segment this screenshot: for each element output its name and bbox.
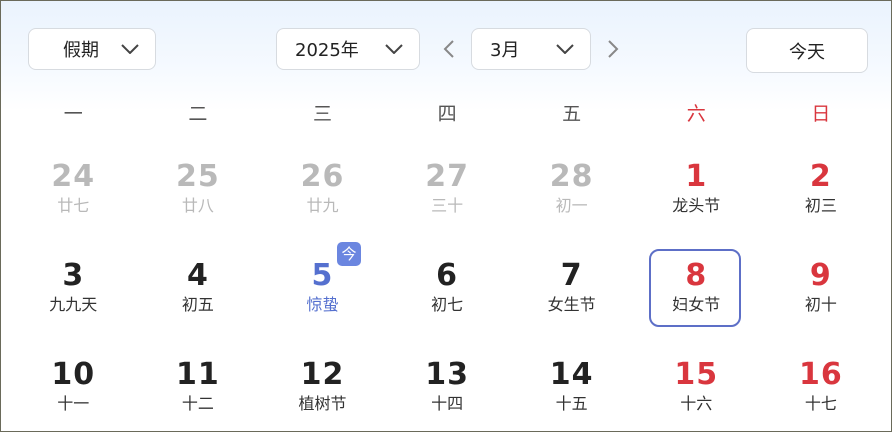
weekday-header: 一 二 三 四 五 六 日 (11, 99, 883, 129)
chevron-down-icon (121, 44, 139, 54)
month-select[interactable]: 3月 (471, 28, 591, 70)
day-cell[interactable]: 14 十五 (509, 349, 634, 431)
day-number: 6 (436, 258, 459, 293)
day-cell[interactable]: 4 初五 (136, 250, 261, 349)
lunar-label: 惊蛰 (306, 295, 339, 314)
weekday-mon: 一 (63, 103, 83, 125)
weekday-tue: 二 (188, 103, 208, 125)
day-cell[interactable]: 27 三十 (385, 151, 510, 250)
lunar-label: 初七 (431, 295, 464, 314)
lunar-label: 十六 (680, 394, 713, 413)
lunar-label: 植树节 (298, 394, 347, 413)
day-grid: 24 廿七 25 廿八 26 廿九 27 三十 28 初一 1 龙头节 2 初三 3 九九天 4 初五 5 惊蛰 6 初七… (11, 151, 884, 431)
day-cell[interactable]: 16 十七 (759, 349, 884, 431)
weekday-sat: 六 (686, 103, 706, 125)
day-cell[interactable]: 12 植树节 (260, 349, 385, 431)
lunar-label: 廿七 (57, 196, 90, 215)
today-badge: 今 (337, 242, 361, 266)
calendar-widget: 假期 2025年 3月 今天 一 二 三 四 五 六 日 24 廿七 25 廿八 26 廿… (0, 0, 892, 432)
lunar-label: 妇女节 (672, 295, 721, 314)
day-number: 9 (809, 258, 832, 293)
weekday-sun: 日 (811, 103, 831, 125)
day-cell[interactable]: 9 初十 (759, 250, 884, 349)
day-number: 28 (549, 159, 594, 194)
chevron-down-icon (556, 44, 574, 54)
day-number: 27 (425, 159, 469, 194)
day-number: 2 (809, 159, 832, 194)
year-select-value: 2025年 (295, 40, 359, 61)
weekday-thu: 四 (437, 103, 457, 125)
lunar-label: 初五 (181, 295, 214, 314)
lunar-label: 初十 (804, 295, 837, 314)
day-number: 13 (425, 357, 469, 392)
lunar-label: 初三 (804, 196, 837, 215)
chevron-down-icon (385, 44, 403, 54)
weekday-fri: 五 (562, 103, 582, 125)
day-cell[interactable]: 28 初一 (509, 151, 634, 250)
day-cell[interactable]: 24 廿七 (11, 151, 136, 250)
day-cell[interactable]: 1 龙头节 (634, 151, 759, 250)
day-cell[interactable]: 15 十六 (634, 349, 759, 431)
day-cell[interactable]: 8 妇女节 (634, 249, 759, 349)
lunar-label: 廿九 (306, 196, 339, 215)
day-number: 14 (549, 357, 594, 392)
chevron-left-icon[interactable] (442, 39, 456, 59)
day-number: 16 (798, 357, 843, 392)
day-cell[interactable]: 2 初三 (759, 151, 884, 250)
year-select[interactable]: 2025年 (276, 28, 420, 70)
day-number: 3 (62, 258, 85, 293)
lunar-label: 十四 (431, 394, 464, 413)
chevron-right-icon[interactable] (606, 39, 620, 59)
day-number: 24 (51, 159, 96, 194)
today-button[interactable]: 今天 (746, 28, 868, 73)
holiday-select[interactable]: 假期 (28, 28, 156, 70)
day-number: 10 (51, 357, 96, 392)
day-cell[interactable]: 5 惊蛰 (260, 250, 385, 349)
day-number: 26 (300, 159, 345, 194)
day-cell[interactable]: 13 十四 (385, 349, 510, 431)
day-cell[interactable]: 7 女生节 (509, 250, 634, 349)
month-select-value: 3月 (490, 40, 520, 61)
day-cell[interactable]: 10 十一 (11, 349, 136, 431)
lunar-label: 初一 (555, 196, 588, 215)
lunar-label: 龙头节 (672, 196, 721, 215)
holiday-select-label: 假期 (63, 40, 99, 61)
lunar-label: 女生节 (547, 295, 596, 314)
day-number: 1 (685, 159, 708, 194)
lunar-label: 十五 (555, 394, 588, 413)
day-number: 7 (560, 258, 583, 293)
day-cell[interactable]: 26 廿九 (260, 151, 385, 250)
lunar-label: 廿八 (181, 196, 214, 215)
day-cell[interactable]: 6 初七 (385, 250, 510, 349)
lunar-label: 十一 (57, 394, 90, 413)
day-number: 5 (311, 258, 334, 293)
day-number: 4 (186, 258, 209, 293)
lunar-label: 十七 (804, 394, 837, 413)
day-number: 8 (685, 258, 708, 293)
day-number: 11 (176, 357, 220, 392)
day-number: 15 (674, 357, 719, 392)
lunar-label: 十二 (181, 394, 214, 413)
weekday-wed: 三 (312, 103, 332, 125)
day-cell[interactable]: 25 廿八 (136, 151, 261, 250)
day-cell[interactable]: 11 十二 (136, 349, 261, 431)
day-number: 25 (176, 159, 220, 194)
day-number: 12 (300, 357, 345, 392)
lunar-label: 九九天 (49, 295, 98, 314)
day-cell[interactable]: 3 九九天 (11, 250, 136, 349)
lunar-label: 三十 (431, 196, 464, 215)
